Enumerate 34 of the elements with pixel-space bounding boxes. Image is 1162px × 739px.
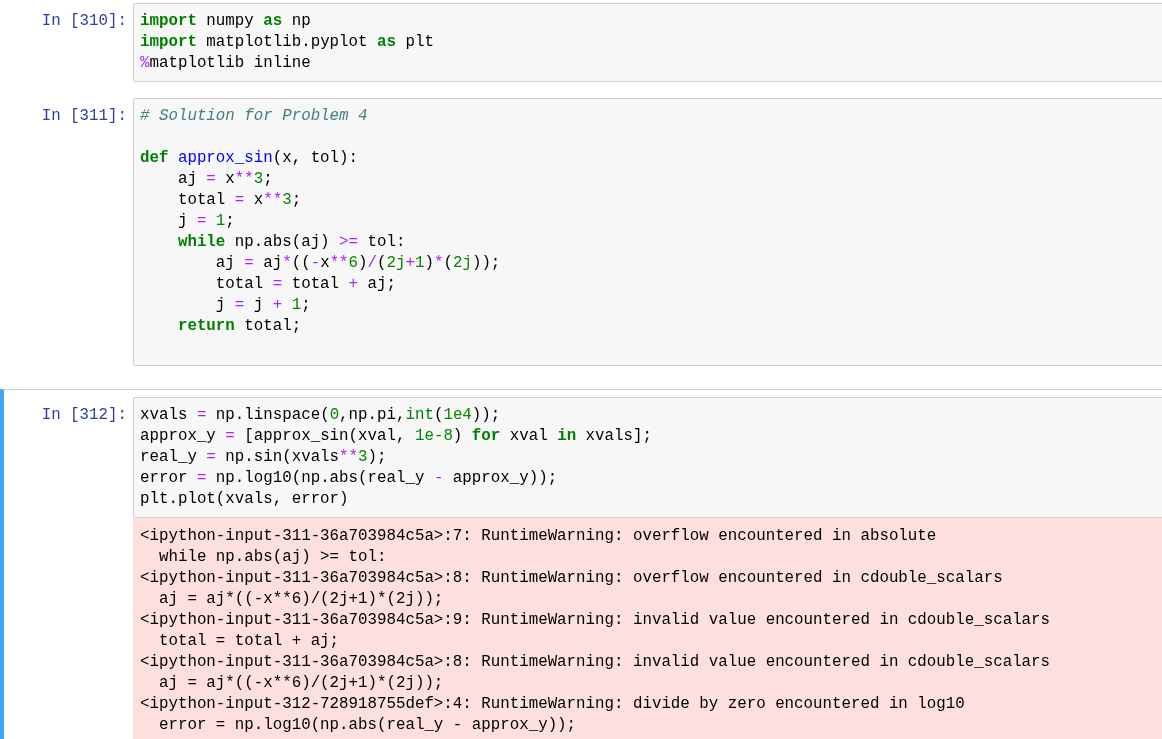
code-input-area[interactable]: import numpy as np import matplotlib.pyplot as plt %matplotlib inline — [133, 3, 1162, 82]
code-line: j = j + 1; — [214, 295, 311, 316]
output-line: <ipython-input-311-36a703984c5a>:8: RuntimeWarning: invalid value encountered in cdouble_scalars — [140, 652, 1051, 673]
output-line: aj = aj*((-x**6)/(2j+1)*(2j)); — [157, 673, 444, 694]
input-prompt: In [311]: — [40, 106, 128, 127]
code-line: error = np.log10(np.abs(real_y - approx_y)); — [140, 468, 558, 489]
code-line: approx_y = [approx_sin(xval, 1e-8) for xval in xvals]; — [140, 426, 652, 447]
code-line: xvals = np.linspace(0,np.pi,int(1e4)); — [140, 405, 501, 426]
code-line: # Solution for Problem 4 — [140, 106, 368, 127]
output-line: while np.abs(aj) >= tol: — [157, 547, 387, 568]
code-line: def approx_sin(x, tol): — [140, 148, 359, 169]
output-line: total = total + aj; — [157, 631, 340, 652]
code-line: total = x**3; — [176, 190, 302, 211]
code-input-area[interactable]: xvals = np.linspace(0,np.pi,int(1e4)); approx_y = [approx_sin(xval, 1e-8) for xval in xvals]; real_y = np.sin(xvals**3); error = np.log10(np.abs(real_y - approx_y)); plt.plot(xvals, error) — [133, 397, 1162, 518]
output-line: <ipython-input-311-36a703984c5a>:9: RuntimeWarning: invalid value encountered in cdouble_scalars — [140, 610, 1051, 631]
code-line: return total; — [176, 316, 302, 337]
output-line: error = np.log10(np.abs(real_y - approx_y)); — [157, 715, 577, 736]
code-line: import numpy as np — [140, 11, 311, 32]
output-line: aj = aj*((-x**6)/(2j+1)*(2j)); — [157, 589, 444, 610]
output-line: <ipython-input-311-36a703984c5a>:8: RuntimeWarning: overflow encountered in cdouble_scalars — [140, 568, 1003, 589]
input-prompt: In [310]: — [40, 11, 128, 32]
code-line: aj = x**3; — [176, 169, 273, 190]
code-line: aj = aj*((-x**6)/(2j+1)*(2j)); — [214, 253, 501, 274]
code-line: import matplotlib.pyplot as plt — [140, 32, 434, 53]
code-line: total = total + aj; — [214, 274, 396, 295]
code-input-area[interactable]: # Solution for Problem 4 def approx_sin(x, tol): aj = x**3; total = x**3; j = 1; while np.abs(aj) >= tol: aj = aj*((-x**6)/(2j+1)*(2j)); total = total + aj; j = j + 1; return total; — [133, 98, 1162, 366]
code-line: %matplotlib inline — [140, 53, 311, 74]
code-line: while np.abs(aj) >= tol: — [176, 232, 406, 253]
code-line: plt.plot(xvals, error) — [140, 489, 349, 510]
input-prompt: In [312]: — [40, 405, 128, 426]
output-line: <ipython-input-312-728918755def>:4: RuntimeWarning: divide by zero encountered in log10 — [140, 694, 965, 715]
output-line: <ipython-input-311-36a703984c5a>:7: RuntimeWarning: overflow encountered in absolute — [140, 526, 937, 547]
code-line: real_y = np.sin(xvals**3); — [140, 447, 387, 468]
code-line: j = 1; — [176, 211, 235, 232]
